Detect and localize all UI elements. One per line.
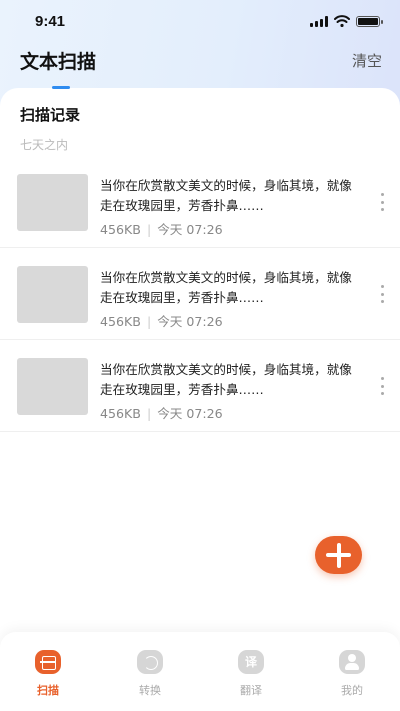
record-meta: 456KB | 今天 07:26 — [100, 403, 223, 422]
status-bar: 9:41 — [0, 0, 400, 44]
meta-divider: | — [146, 222, 152, 237]
list-item[interactable]: 当你在欣赏散文美文的时候，身临其境，就像走在玫瑰园里，芳香扑鼻…… 456KB |… — [0, 340, 400, 432]
thumbnail-image — [17, 174, 88, 231]
plus-icon-stroke — [336, 542, 341, 568]
add-scan-button[interactable] — [315, 536, 362, 574]
section-subtitle: 七天之内 — [20, 138, 69, 152]
tab-translate[interactable]: 译 翻译 — [221, 650, 281, 698]
more-options-icon[interactable] — [380, 193, 384, 211]
record-meta: 456KB | 今天 07:26 — [100, 311, 223, 330]
thumbnail-image — [17, 358, 88, 415]
more-options-icon[interactable] — [380, 377, 384, 395]
tab-me[interactable]: 我的 — [322, 650, 382, 698]
tab-convert[interactable]: 转换 — [120, 650, 180, 698]
app-header: 文本扫描 清空 — [0, 44, 400, 88]
tab-label: 翻译 — [240, 684, 262, 697]
more-options-icon[interactable] — [380, 285, 384, 303]
record-list: 当你在欣赏散文美文的时候，身临其境，就像走在玫瑰园里，芳香扑鼻…… 456KB |… — [0, 156, 400, 432]
section-title-indicator — [52, 86, 70, 89]
record-size: 456KB — [100, 222, 141, 237]
list-item[interactable]: 当你在欣赏散文美文的时候，身临其境，就像走在玫瑰园里，芳香扑鼻…… 456KB |… — [0, 156, 400, 248]
record-size: 456KB — [100, 406, 141, 421]
record-size: 456KB — [100, 314, 141, 329]
meta-divider: | — [146, 406, 152, 421]
record-time: 今天 07:26 — [157, 406, 223, 421]
tab-label: 转换 — [139, 684, 161, 697]
wifi-icon — [334, 15, 350, 27]
tab-label: 扫描 — [37, 684, 59, 697]
section-title: 扫描记录 — [20, 106, 81, 124]
profile-icon — [339, 650, 365, 674]
meta-divider: | — [146, 314, 152, 329]
bottom-tab-bar: 扫描 转换 译 翻译 我的 — [0, 632, 400, 711]
translate-icon-glyph: 译 — [244, 655, 257, 669]
battery-icon — [356, 15, 383, 27]
record-time: 今天 07:26 — [157, 222, 223, 237]
page-title: 文本扫描 — [20, 51, 97, 73]
status-icons — [310, 15, 383, 27]
scan-icon — [35, 650, 61, 674]
record-text: 当你在欣赏散文美文的时候，身临其境，就像走在玫瑰园里，芳香扑鼻…… — [100, 178, 352, 213]
signal-icon — [310, 15, 328, 27]
convert-icon — [137, 650, 163, 674]
record-text: 当你在欣赏散文美文的时候，身临其境，就像走在玫瑰园里，芳香扑鼻…… — [100, 362, 352, 397]
record-meta: 456KB | 今天 07:26 — [100, 219, 223, 238]
status-time: 9:41 — [35, 13, 66, 30]
translate-icon: 译 — [238, 650, 264, 674]
records-card: 扫描记录 七天之内 当你在欣赏散文美文的时候，身临其境，就像走在玫瑰园里，芳香扑… — [0, 86, 400, 711]
record-time: 今天 07:26 — [157, 314, 223, 329]
clear-button[interactable]: 清空 — [352, 50, 382, 71]
tab-label: 我的 — [341, 684, 363, 697]
tab-scan[interactable]: 扫描 — [18, 650, 78, 698]
thumbnail-image — [17, 266, 88, 323]
record-text: 当你在欣赏散文美文的时候，身临其境，就像走在玫瑰园里，芳香扑鼻…… — [100, 270, 352, 305]
list-item[interactable]: 当你在欣赏散文美文的时候，身临其境，就像走在玫瑰园里，芳香扑鼻…… 456KB |… — [0, 248, 400, 340]
